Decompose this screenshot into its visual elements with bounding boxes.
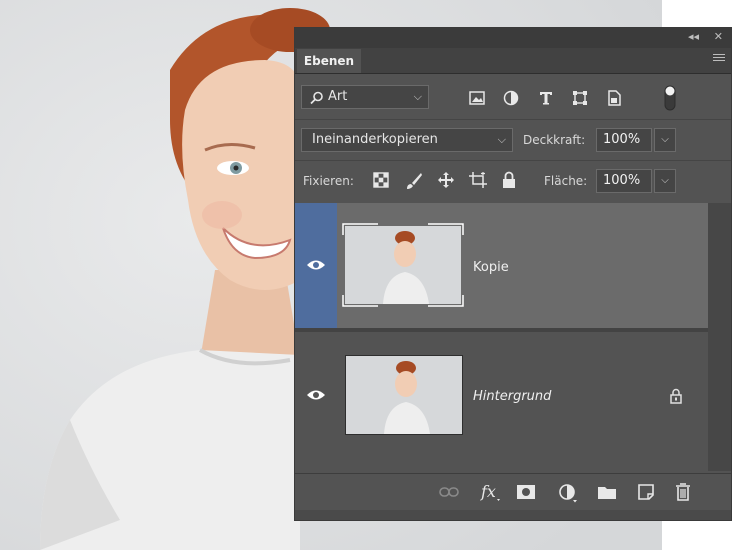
lock-all-icon[interactable] (502, 171, 516, 189)
layers-bottom-toolbar: fx (295, 473, 731, 510)
layer-name[interactable]: Kopie (473, 260, 509, 275)
panel-titlebar[interactable]: ◂◂ ✕ (295, 28, 731, 48)
lock-label: Fixieren: (303, 174, 354, 188)
chevron-down-icon: ⌵ (413, 90, 422, 103)
fill-label: Fläche: (544, 174, 588, 188)
lock-icon (670, 388, 682, 404)
smart-object-filter-icon[interactable] (606, 89, 622, 107)
shape-filter-icon[interactable] (572, 90, 588, 106)
layer-thumbnail[interactable] (345, 355, 463, 435)
visibility-toggle[interactable] (295, 333, 337, 458)
new-group-icon[interactable] (597, 484, 617, 500)
opacity-input[interactable]: 100% (596, 128, 652, 152)
layers-scrollbar[interactable] (708, 203, 731, 471)
chevron-down-icon: ⌵ (497, 133, 506, 146)
layer-row-kopie[interactable]: Kopie (295, 203, 708, 328)
opacity-label: Deckkraft: (523, 133, 586, 147)
filter-kind-dropdown[interactable]: Art ⌵ (301, 85, 429, 109)
type-filter-icon[interactable] (538, 90, 554, 106)
visibility-toggle[interactable] (295, 203, 337, 328)
hamburger-menu-icon[interactable] (713, 54, 725, 63)
filter-row: Art ⌵ (295, 75, 731, 120)
add-mask-icon[interactable] (516, 484, 536, 500)
blend-row: Ineinanderkopieren ⌵ Deckkraft: 100% ⌵ (295, 120, 731, 161)
fill-dropdown-button[interactable]: ⌵ (654, 169, 676, 193)
search-icon (310, 91, 323, 105)
layer-name[interactable]: Hintergrund (473, 389, 551, 404)
close-panel-icon[interactable]: ✕ (714, 30, 723, 44)
panel-tab-row: Ebenen (295, 48, 731, 74)
eye-icon (307, 260, 325, 270)
adjustment-layer-icon[interactable] (558, 483, 578, 503)
fill-input[interactable]: 100% (596, 169, 652, 193)
lock-row: Fixieren: Fläche: 100% ⌵ (295, 161, 731, 201)
eye-icon (307, 390, 325, 400)
lock-position-icon[interactable] (437, 171, 455, 189)
blend-mode-dropdown[interactable]: Ineinanderkopieren ⌵ (301, 128, 513, 152)
layer-row-hintergrund[interactable]: Hintergrund (295, 333, 708, 458)
opacity-dropdown-button[interactable]: ⌵ (654, 128, 676, 152)
layer-divider (295, 328, 708, 332)
filter-kind-label: Art (328, 89, 348, 104)
tab-ebenen[interactable]: Ebenen (297, 49, 361, 73)
lock-transparent-pixels-icon[interactable] (373, 172, 389, 188)
trash-icon[interactable] (674, 482, 692, 502)
lock-image-pixels-icon[interactable] (405, 172, 423, 190)
image-filter-icon[interactable] (469, 91, 485, 105)
blend-mode-value: Ineinanderkopieren (312, 132, 438, 147)
fx-icon[interactable]: fx (479, 482, 501, 502)
new-layer-icon[interactable] (637, 483, 655, 501)
adjustment-filter-icon[interactable] (503, 90, 519, 106)
lock-artboard-icon[interactable] (468, 171, 488, 189)
layers-panel: ◂◂ ✕ Ebenen Art ⌵ Ineinanderkopieren ⌵ D… (294, 27, 732, 521)
filter-toggle-icon[interactable] (664, 85, 676, 111)
link-layers-icon[interactable] (439, 487, 459, 497)
layer-thumbnail[interactable] (345, 226, 461, 304)
svg-text:fx: fx (480, 482, 496, 501)
layers-list: Kopie Hintergrund (295, 203, 708, 471)
collapse-panel-icon[interactable]: ◂◂ (688, 30, 699, 44)
panel-resize-grip[interactable] (295, 510, 731, 520)
